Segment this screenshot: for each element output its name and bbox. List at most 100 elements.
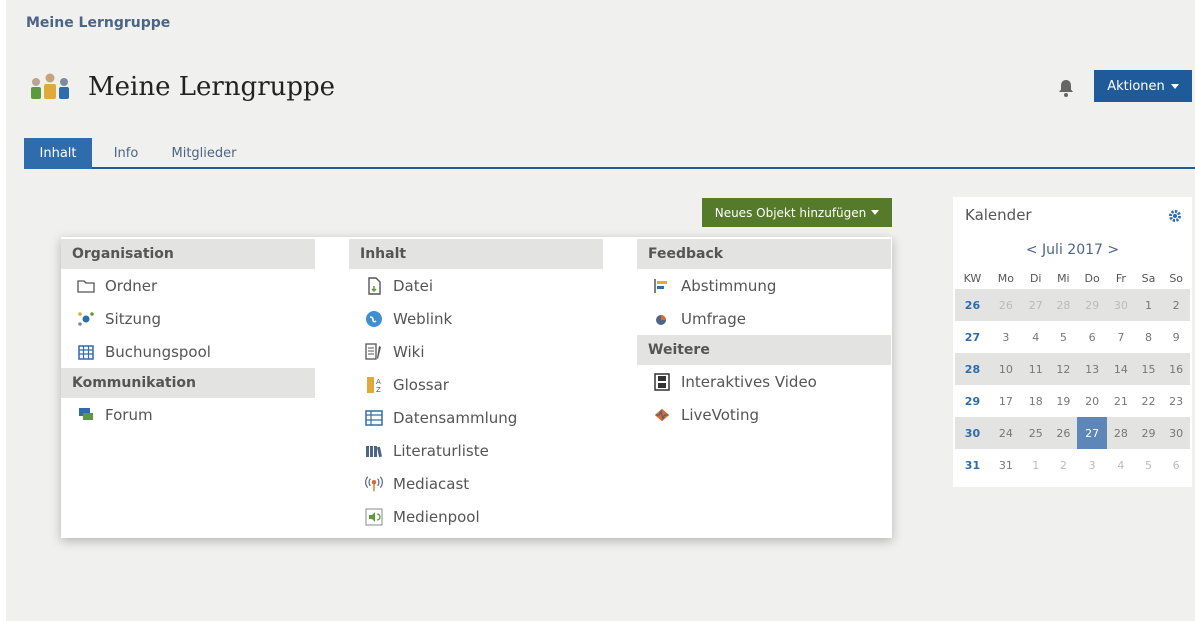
menu-item-interaktives-video[interactable]: Interaktives Video xyxy=(637,365,891,398)
calendar-week-row: 30 24 25 26 27 28 29 30 xyxy=(955,417,1190,449)
menu-item-forum[interactable]: Forum xyxy=(61,398,315,431)
menu-item-sitzung[interactable]: Sitzung xyxy=(61,302,315,335)
month-navigation[interactable]: < Juli 2017 > xyxy=(953,242,1192,258)
calendar-day[interactable]: 22 xyxy=(1135,385,1163,417)
calendar-day[interactable]: 14 xyxy=(1107,353,1135,385)
calendar-week-row: 29 17 18 19 20 21 22 23 xyxy=(955,385,1190,417)
tab-bar: Inhalt Info Mitglieder xyxy=(24,138,1195,169)
menu-item-label: Literaturliste xyxy=(393,441,489,460)
calendar-day[interactable]: 24 xyxy=(989,417,1022,449)
calendar-day[interactable]: 18 xyxy=(1022,385,1050,417)
week-number-link[interactable]: 30 xyxy=(955,417,990,449)
gear-icon[interactable] xyxy=(1168,208,1182,222)
calendar-day[interactable]: 13 xyxy=(1077,353,1108,385)
menu-item-datensammlung[interactable]: Datensammlung xyxy=(349,401,603,434)
calendar-week-row: 31 31 1 2 3 4 5 6 xyxy=(955,449,1190,481)
globe-icon xyxy=(365,310,383,328)
calendar-day[interactable]: 7 xyxy=(1107,321,1135,353)
calendar-title: Kalender xyxy=(965,206,1032,224)
aktionen-button[interactable]: Aktionen xyxy=(1094,70,1192,102)
weekday-header: Do xyxy=(1084,271,1100,285)
menu-item-umfrage[interactable]: Umfrage xyxy=(637,302,891,335)
calendar-day[interactable]: 10 xyxy=(989,353,1022,385)
calendar-day[interactable]: 6 xyxy=(1162,449,1190,481)
calendar-day[interactable]: 16 xyxy=(1162,353,1190,385)
calendar-day[interactable]: 11 xyxy=(1021,353,1050,385)
section-heading-weitere: Weitere xyxy=(637,335,891,365)
calendar-day[interactable]: 27 xyxy=(1021,289,1050,321)
calendar-day[interactable]: 1 xyxy=(1134,289,1163,321)
calendar-week-row: 27 3 4 5 6 7 8 9 xyxy=(955,321,1190,353)
menu-item-label: Ordner xyxy=(105,276,158,295)
calendar-day[interactable]: 30 xyxy=(1107,289,1135,321)
calendar-day[interactable]: 29 xyxy=(1134,417,1163,449)
weekday-header: Mi xyxy=(1057,271,1070,285)
calendar-day[interactable]: 28 xyxy=(1107,417,1135,449)
calendar-day[interactable]: 2 xyxy=(1162,289,1190,321)
calendar-day[interactable]: 6 xyxy=(1077,321,1107,353)
menu-item-weblink[interactable]: Weblink xyxy=(349,302,603,335)
calendar-day[interactable]: 21 xyxy=(1107,385,1135,417)
menu-item-buchungspool[interactable]: Buchungspool xyxy=(61,335,315,368)
calendar-day[interactable]: 5 xyxy=(1135,449,1163,481)
calendar-day[interactable]: 17 xyxy=(990,385,1022,417)
folder-icon xyxy=(77,277,95,295)
calendar-day[interactable]: 2 xyxy=(1050,449,1078,481)
calendar-grid: KW Mo Di Mi Do Fr Sa So 26 26 27 28 29 30 1 2 27… xyxy=(955,267,1190,481)
week-number-link[interactable]: 27 xyxy=(955,321,990,353)
tab-mitglieder[interactable]: Mitglieder xyxy=(164,138,244,169)
menu-item-label: Datensammlung xyxy=(393,408,518,427)
tab-info[interactable]: Info xyxy=(106,138,146,169)
menu-item-mediacast[interactable]: Mediacast xyxy=(349,467,603,500)
file-icon xyxy=(365,276,383,295)
calendar-day[interactable]: 27 xyxy=(1077,417,1108,449)
menu-item-medienpool[interactable]: Medienpool xyxy=(349,500,603,533)
calendar-day[interactable]: 25 xyxy=(1021,417,1050,449)
livevoting-icon xyxy=(653,406,671,424)
svg-text:A: A xyxy=(376,378,381,386)
calendar-day[interactable]: 3 xyxy=(1077,449,1107,481)
calendar-day[interactable]: 19 xyxy=(1050,385,1078,417)
menu-item-wiki[interactable]: Wiki xyxy=(349,335,603,368)
weekday-header: Mo xyxy=(997,271,1015,285)
calendar-day[interactable]: 29 xyxy=(1077,289,1108,321)
calendar-day[interactable]: 4 xyxy=(1022,321,1050,353)
wiki-icon xyxy=(365,342,383,361)
menu-item-ordner[interactable]: Ordner xyxy=(61,269,315,302)
weekday-header: Di xyxy=(1029,271,1042,285)
chevron-down-icon xyxy=(871,210,880,215)
calendar-day[interactable]: 20 xyxy=(1077,385,1107,417)
calendar-day[interactable]: 8 xyxy=(1135,321,1163,353)
tab-inhalt[interactable]: Inhalt xyxy=(24,138,92,169)
calendar-day[interactable]: 4 xyxy=(1107,449,1135,481)
menu-item-label: Interaktives Video xyxy=(681,372,817,391)
calendar-day[interactable]: 1 xyxy=(1022,449,1050,481)
calendar-day[interactable]: 5 xyxy=(1050,321,1078,353)
calendar-day[interactable]: 28 xyxy=(1049,289,1078,321)
notification-bell-icon[interactable] xyxy=(1058,79,1074,97)
chevron-down-icon xyxy=(1170,83,1179,89)
calendar-day[interactable]: 26 xyxy=(989,289,1022,321)
calendar-day[interactable]: 23 xyxy=(1162,385,1190,417)
menu-item-literaturliste[interactable]: Literaturliste xyxy=(349,434,603,467)
weekday-header: So xyxy=(1169,271,1184,285)
calendar-day[interactable]: 3 xyxy=(990,321,1022,353)
menu-item-datei[interactable]: Datei xyxy=(349,269,603,302)
week-number-link[interactable]: 31 xyxy=(955,449,990,481)
calendar-day[interactable]: 30 xyxy=(1162,417,1190,449)
menu-item-label: Datei xyxy=(393,276,434,295)
week-number-link[interactable]: 29 xyxy=(955,385,990,417)
title-row: Meine Lerngruppe xyxy=(26,72,335,102)
calendar-day[interactable]: 31 xyxy=(990,449,1022,481)
calendar-day[interactable]: 15 xyxy=(1134,353,1163,385)
week-number-link[interactable]: 28 xyxy=(955,353,990,385)
add-object-button[interactable]: Neues Objekt hinzufügen xyxy=(702,198,892,227)
menu-item-abstimmung[interactable]: Abstimmung xyxy=(637,269,891,302)
breadcrumb-link[interactable]: Meine Lerngruppe xyxy=(26,15,170,31)
menu-item-livevoting[interactable]: LiveVoting xyxy=(637,398,891,431)
calendar-day[interactable]: 26 xyxy=(1049,417,1078,449)
calendar-day[interactable]: 9 xyxy=(1162,321,1190,353)
calendar-day[interactable]: 12 xyxy=(1049,353,1078,385)
menu-item-glossar[interactable]: AZ Glossar xyxy=(349,368,603,401)
week-number-link[interactable]: 26 xyxy=(955,289,990,321)
